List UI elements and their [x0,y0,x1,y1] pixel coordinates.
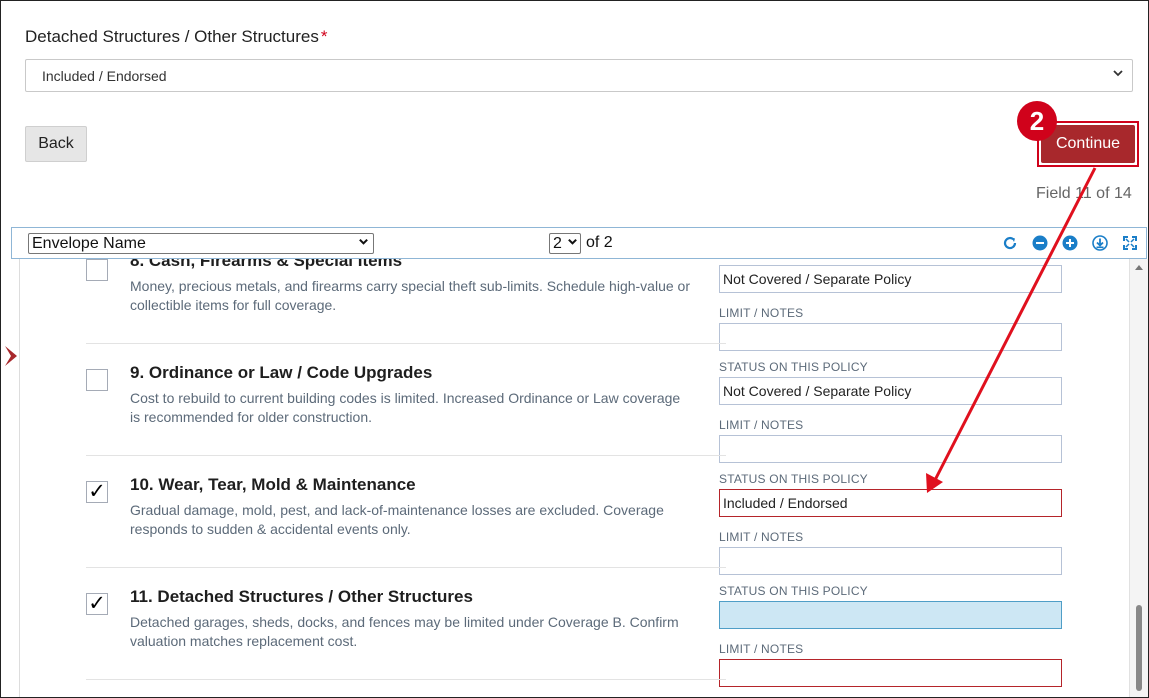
item-11-status-input[interactable] [719,601,1062,629]
chevron-down-icon [567,236,578,250]
document-viewer[interactable]: 8. Cash, Firearms & Special Items Money,… [19,259,1130,697]
zoom-in-icon[interactable] [1062,235,1078,251]
document-scrollbar[interactable] [1129,259,1148,697]
chevron-down-icon [1112,66,1124,82]
item-10-status-label: STATUS ON THIS POLICY [719,472,868,486]
item-8-description: Money, precious metals, and firearms car… [130,278,690,313]
item-11-checkbox[interactable]: ✓ [86,593,108,615]
download-icon[interactable] [1092,235,1108,251]
item-8-limit-input[interactable] [719,323,1062,351]
item-9-status-label: STATUS ON THIS POLICY [719,360,868,374]
step-badge: 2 [1017,101,1057,141]
item-8-checkbox[interactable] [86,259,108,281]
item-10-limit-label: LIMIT / NOTES [719,530,804,544]
item-9-checkbox[interactable] [86,369,108,391]
zoom-out-icon[interactable] [1032,235,1048,251]
item-10-description: Gradual damage, mold, pest, and lack-of-… [130,502,664,537]
envelope-select[interactable]: Envelope Name [28,233,374,254]
field-label: Detached Structures / Other Structures * [25,27,327,47]
required-mark: * [320,27,328,46]
back-button[interactable]: Back [25,126,87,162]
item-8-status-value: Not Covered / Separate Policy [723,271,912,287]
item-10-status-value: Included / Endorsed [723,495,848,511]
item-10-checkbox[interactable]: ✓ [86,481,108,503]
item-11-limit-input[interactable] [719,659,1062,687]
row-divider [86,567,726,568]
scroll-thumb[interactable] [1136,605,1142,691]
item-8-limit-label: LIMIT / NOTES [719,306,804,320]
item-11-description: Detached garages, sheds, docks, and fenc… [130,614,679,649]
item-11-status-label: STATUS ON THIS POLICY [719,584,868,598]
item-8-status-input[interactable]: Not Covered / Separate Policy [719,265,1062,293]
chevron-down-icon [358,236,369,250]
item-10-status-input[interactable]: Included / Endorsed [719,489,1062,517]
status-select-value: Included / Endorsed [42,68,167,84]
row-divider [86,343,726,344]
page-select-value: 2 [553,235,562,252]
row-divider [86,455,726,456]
item-9-title: 9. Ordinance or Law / Code Upgrades [130,363,433,382]
item-9-status-input[interactable]: Not Covered / Separate Policy [719,377,1062,405]
item-9-status-value: Not Covered / Separate Policy [723,383,912,399]
scroll-up-icon[interactable] [1134,263,1144,274]
page-of-label: of 2 [586,234,613,251]
item-11-title: 11. Detached Structures / Other Structur… [130,587,473,606]
item-10-title: 10. Wear, Tear, Mold & Maintenance [130,475,416,494]
screen: Detached Structures / Other Structures * … [0,0,1149,698]
item-8-title: 8. Cash, Firearms & Special Items [130,259,403,270]
field-label-text: Detached Structures / Other Structures [25,27,319,46]
pdf-toolbar: Envelope Name 2 of 2 [11,227,1147,259]
envelope-select-value: Envelope Name [32,235,146,252]
status-select[interactable]: Included / Endorsed [25,59,1133,92]
continue-button[interactable]: Continue [1041,125,1135,163]
item-9-description: Cost to rebuild to current building code… [130,390,681,425]
item-10-limit-input[interactable] [719,547,1062,575]
row-divider [86,679,726,680]
page-select[interactable]: 2 [549,233,581,254]
field-counter: Field 11 of 14 [1036,185,1132,202]
item-9-limit-label: LIMIT / NOTES [719,418,804,432]
fullscreen-icon[interactable] [1122,235,1138,251]
refresh-icon[interactable] [1002,235,1018,251]
item-9-limit-input[interactable] [719,435,1062,463]
item-11-limit-label: LIMIT / NOTES [719,642,804,656]
current-field-marker-icon [3,345,21,372]
